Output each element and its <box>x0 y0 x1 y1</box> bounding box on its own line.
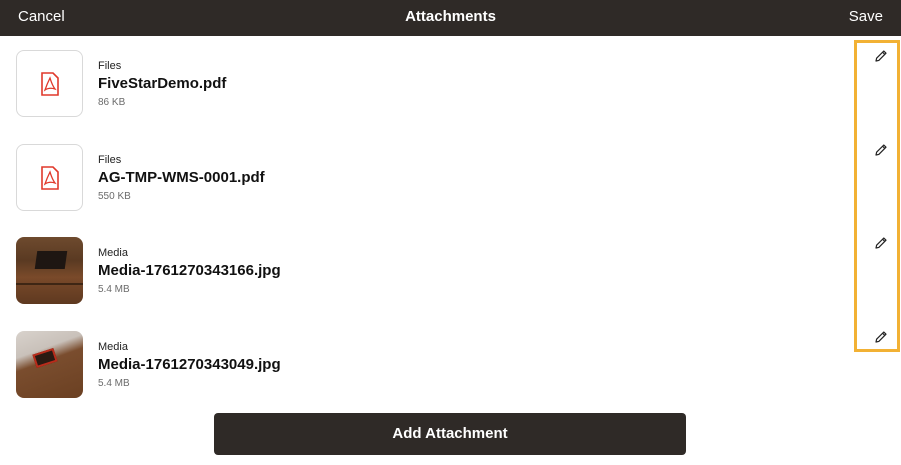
edit-column-highlight <box>854 40 900 352</box>
file-thumbnail <box>16 144 83 211</box>
attachment-category: Files <box>98 60 122 72</box>
attachment-name: Media-1761270343049.jpg <box>98 356 281 373</box>
add-attachment-button[interactable]: Add Attachment <box>214 413 686 455</box>
attachment-size: 5.4 MB <box>98 284 130 295</box>
pdf-icon <box>41 72 59 96</box>
floor-board-line <box>16 283 83 285</box>
attachment-category: Files <box>98 154 122 166</box>
attachment-size: 86 KB <box>98 97 126 108</box>
attachment-size: 5.4 MB <box>98 378 130 389</box>
attachment-name: AG-TMP-WMS-0001.pdf <box>98 169 265 186</box>
attachment-size: 550 KB <box>98 191 131 202</box>
photo-thumbnail <box>16 237 83 304</box>
attachment-item[interactable]: Media Media-1761270343049.jpg 5.4 MB <box>0 331 850 411</box>
attachment-item[interactable]: Files FiveStarDemo.pdf 86 KB <box>0 50 850 130</box>
floor-vent-image <box>34 251 68 269</box>
attachment-category: Media <box>98 247 128 259</box>
save-button[interactable]: Save <box>849 8 883 25</box>
attachment-item[interactable]: Media Media-1761270343166.jpg 5.4 MB <box>0 237 850 317</box>
nav-header: Cancel Attachments Save <box>0 0 901 36</box>
pencil-icon[interactable] <box>874 236 888 250</box>
marked-vent-image <box>32 347 58 369</box>
pencil-icon[interactable] <box>874 143 888 157</box>
page-title: Attachments <box>405 8 496 25</box>
attachment-category: Media <box>98 341 128 353</box>
cancel-button[interactable]: Cancel <box>18 8 65 25</box>
attachment-name: Media-1761270343166.jpg <box>98 262 281 279</box>
file-thumbnail <box>16 50 83 117</box>
attachment-item[interactable]: Files AG-TMP-WMS-0001.pdf 550 KB <box>0 144 850 224</box>
pencil-icon[interactable] <box>874 330 888 344</box>
photo-thumbnail <box>16 331 83 398</box>
pencil-icon[interactable] <box>874 49 888 63</box>
pdf-icon <box>41 166 59 190</box>
attachment-name: FiveStarDemo.pdf <box>98 75 227 92</box>
